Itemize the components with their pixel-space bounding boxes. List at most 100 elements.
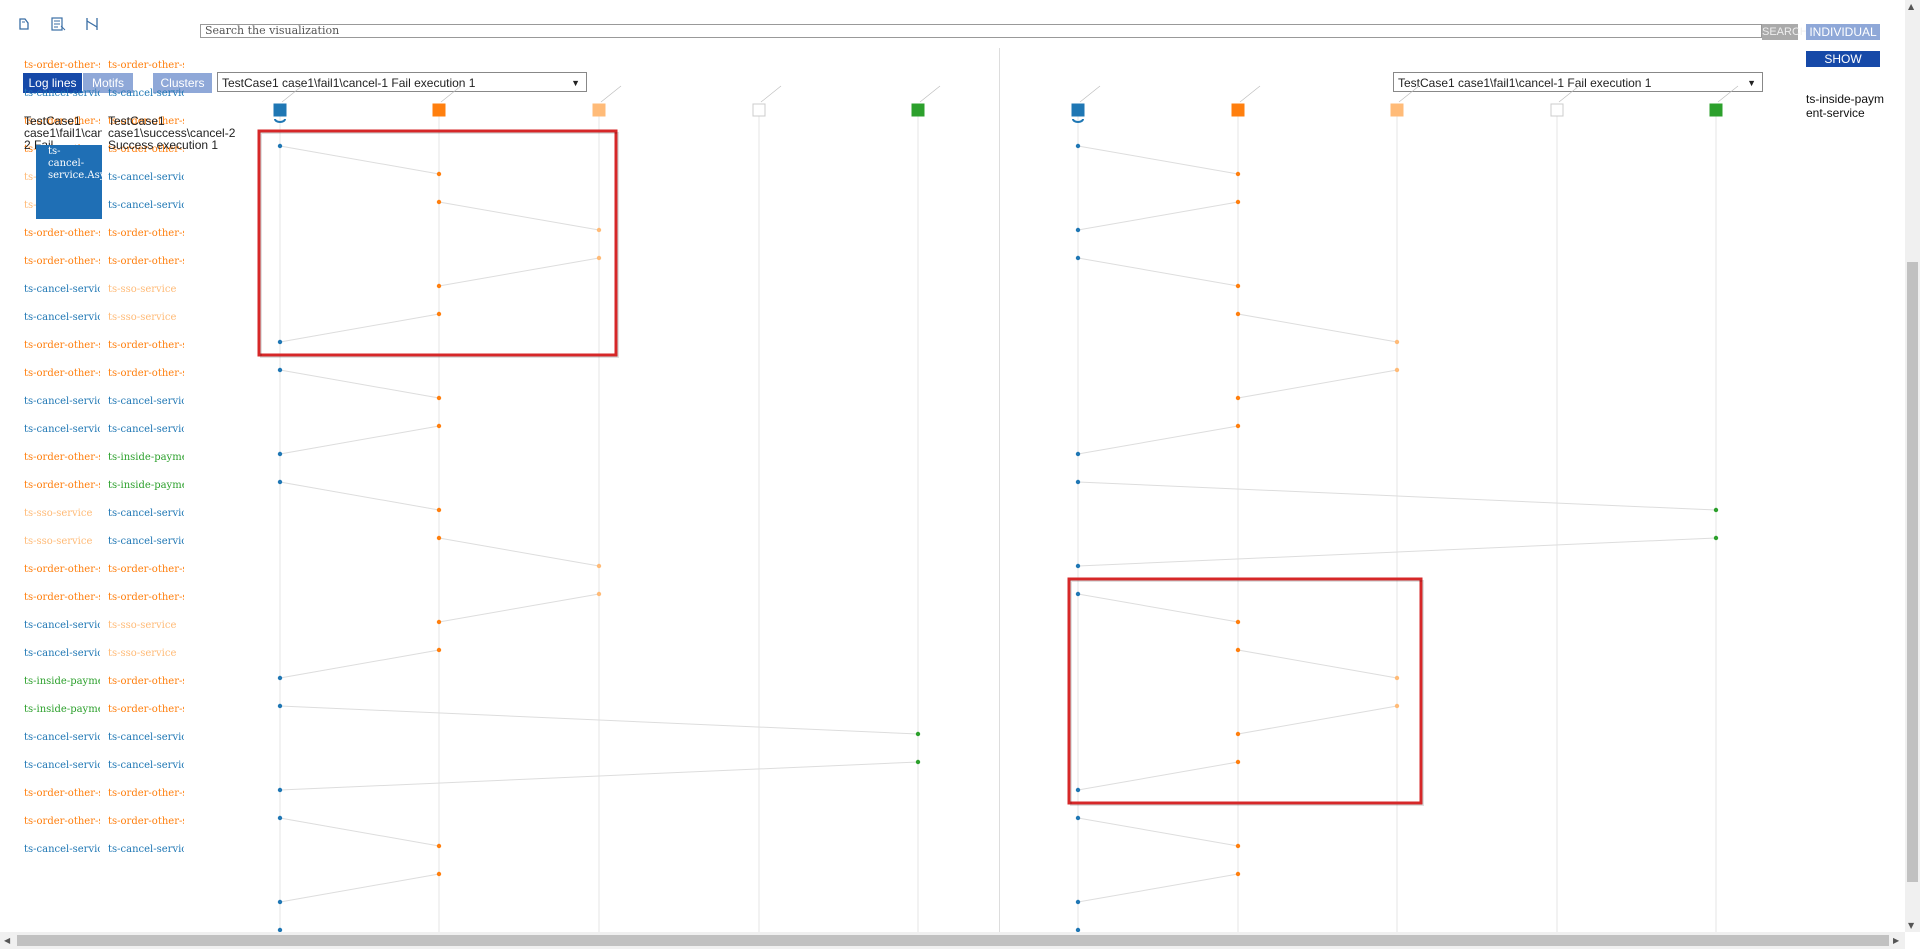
right-event-dot (1075, 591, 1081, 597)
right-event-dot (1235, 199, 1241, 205)
left-event-dot (436, 395, 442, 401)
left-event-dot (436, 423, 442, 429)
right-host-box (1709, 103, 1723, 117)
right-host-box (1071, 103, 1085, 117)
left-message-edge (438, 201, 600, 231)
right-event-dot (1075, 143, 1081, 149)
left-host-box (432, 103, 446, 117)
right-host-box (1550, 103, 1564, 117)
right-host-name-tick (1079, 85, 1101, 103)
right-highlight-shadow (1070, 580, 1424, 806)
left-message-edge (279, 481, 440, 511)
right-message-edge (1077, 761, 1239, 791)
right-host-name-tick (1239, 85, 1261, 103)
left-event-dot (277, 451, 283, 457)
left-event-dot (277, 339, 283, 345)
right-host-box (1231, 103, 1245, 117)
left-event-dot (436, 283, 442, 289)
right-message-edge (1077, 817, 1239, 847)
left-event-dot (436, 647, 442, 653)
left-event-dot (436, 535, 442, 541)
execution-graphs (257, 85, 1739, 932)
right-host-name-tick (1398, 85, 1420, 103)
right-event-dot (1235, 731, 1241, 737)
left-event-dot (436, 507, 442, 513)
right-host-name-tick (1717, 85, 1739, 103)
left-host-name-tick (600, 85, 622, 103)
right-message-edge (1077, 201, 1239, 231)
left-host-name-tick (919, 85, 941, 103)
right-event-dot (1713, 507, 1719, 513)
left-event-dot (915, 759, 921, 765)
right-event-dot (1235, 647, 1241, 653)
left-event-dot (277, 367, 283, 373)
scroll-down-icon[interactable]: ▼ (1908, 921, 1914, 930)
right-event-dot (1235, 871, 1241, 877)
right-event-dot (1075, 815, 1081, 821)
left-event-dot (596, 255, 602, 261)
left-message-edge (279, 817, 440, 847)
right-message-edge (1237, 369, 1398, 399)
left-event-dot (596, 227, 602, 233)
right-event-dot (1235, 283, 1241, 289)
left-event-dot (436, 171, 442, 177)
left-host-box (911, 103, 925, 117)
right-event-dot (1075, 787, 1081, 793)
right-message-edge (1237, 313, 1398, 343)
horizontal-scrollbar-thumb[interactable] (17, 935, 1889, 946)
left-message-edge (438, 537, 600, 567)
left-host-box (752, 103, 766, 117)
left-event-dot (596, 563, 602, 569)
right-host-box (1390, 103, 1404, 117)
right-message-edge (1077, 425, 1239, 455)
scroll-left-icon[interactable]: ◀ (4, 936, 10, 945)
right-message-edge (1237, 649, 1398, 679)
right-event-dot (1394, 339, 1400, 345)
left-event-dot (436, 619, 442, 625)
left-event-dot (277, 787, 283, 793)
left-event-dot (277, 815, 283, 821)
left-host-name-tick (440, 85, 462, 103)
right-host-name-tick (1558, 85, 1580, 103)
right-event-dot (1075, 227, 1081, 233)
right-message-edge (1237, 705, 1398, 735)
left-event-dot (596, 591, 602, 597)
left-event-dot (277, 899, 283, 905)
left-host-name-tick (760, 85, 782, 103)
right-event-dot (1394, 367, 1400, 373)
right-message-edge (1077, 145, 1239, 175)
vertical-scrollbar-thumb[interactable] (1907, 262, 1918, 882)
right-message-edge (1077, 257, 1239, 287)
left-event-dot (277, 675, 283, 681)
left-event-dot (277, 703, 283, 709)
right-event-dot (1235, 619, 1241, 625)
right-event-dot (1235, 843, 1241, 849)
left-host-box (273, 103, 287, 117)
right-event-dot (1394, 675, 1400, 681)
scroll-right-icon[interactable]: ▶ (1893, 936, 1899, 945)
left-message-edge (279, 369, 440, 399)
left-message-edge (279, 313, 440, 343)
right-event-dot (1235, 759, 1241, 765)
left-event-dot (277, 479, 283, 485)
left-event-dot (436, 871, 442, 877)
left-host-name-tick (281, 85, 303, 103)
right-event-dot (1235, 395, 1241, 401)
left-event-dot (277, 143, 283, 149)
left-event-dot (915, 731, 921, 737)
left-highlight-box (257, 129, 618, 357)
left-message-edge (279, 873, 440, 903)
right-event-dot (1394, 703, 1400, 709)
left-event-dot (436, 311, 442, 317)
right-event-dot (1075, 563, 1081, 569)
right-message-edge (1077, 873, 1239, 903)
left-message-edge (438, 257, 600, 287)
scroll-up-icon[interactable]: ▲ (1908, 2, 1914, 11)
left-message-edge (279, 145, 440, 175)
right-event-dot (1235, 423, 1241, 429)
left-message-edge (279, 649, 440, 679)
right-event-dot (1075, 899, 1081, 905)
left-event-dot (436, 199, 442, 205)
left-message-edge (279, 425, 440, 455)
right-event-dot (1075, 255, 1081, 261)
